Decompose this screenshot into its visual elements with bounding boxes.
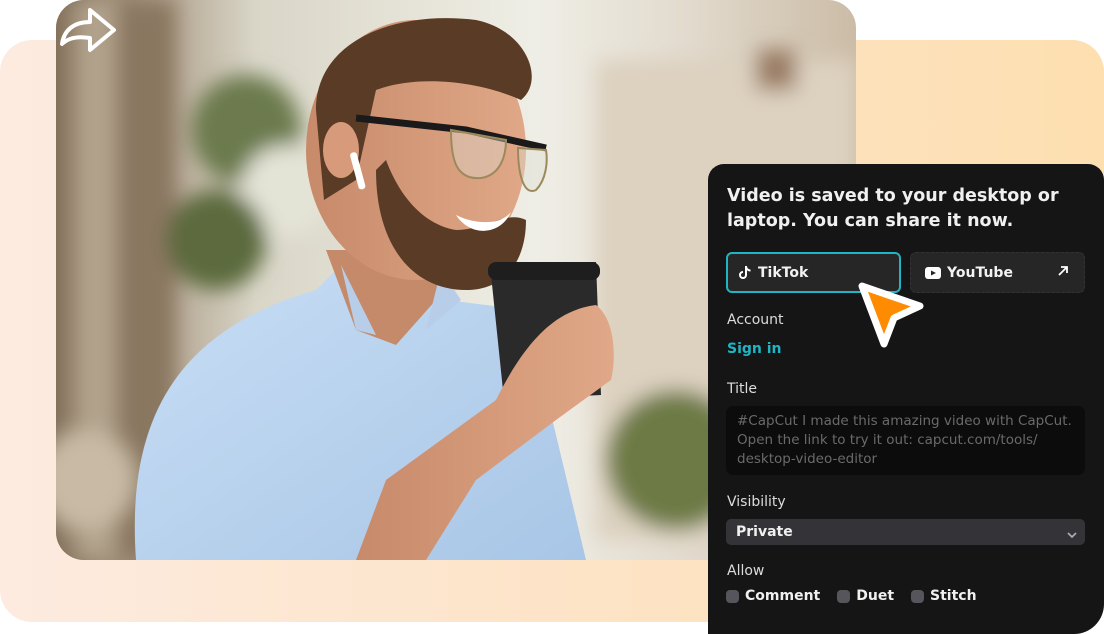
title-label: Title xyxy=(727,381,758,397)
account-label: Account xyxy=(727,312,784,328)
checkbox-box xyxy=(837,589,851,603)
tiktok-icon xyxy=(738,265,752,280)
visibility-select[interactable]: Private xyxy=(726,519,1085,545)
share-arrow-icon xyxy=(60,8,116,52)
checkbox-box xyxy=(726,589,739,603)
stitch-label: Stitch xyxy=(930,588,977,604)
comment-checkbox[interactable]: Comment xyxy=(726,588,820,604)
stitch-checkbox[interactable]: Stitch xyxy=(911,588,977,604)
allow-options: Comment Duet Stitch xyxy=(726,588,994,604)
visibility-value: Private xyxy=(736,524,793,540)
comment-label: Comment xyxy=(745,588,821,604)
youtube-tab[interactable]: YouTube xyxy=(910,252,1085,293)
sign-in-link[interactable]: Sign in xyxy=(727,341,782,357)
duet-label: Duet xyxy=(856,588,895,604)
visibility-label: Visibility xyxy=(727,494,786,510)
title-input[interactable]: #CapCut I made this amazing video with C… xyxy=(726,406,1085,475)
external-link-icon xyxy=(1056,264,1070,282)
allow-label: Allow xyxy=(727,563,765,579)
cursor-pointer-icon xyxy=(858,282,924,348)
duet-checkbox[interactable]: Duet xyxy=(837,588,894,604)
share-panel: Video is saved to your desktop or laptop… xyxy=(708,164,1104,634)
tiktok-label: TikTok xyxy=(758,264,809,281)
panel-title: Video is saved to your desktop or laptop… xyxy=(727,186,1059,231)
youtube-label: YouTube xyxy=(947,264,1013,281)
chevron-down-icon xyxy=(1067,527,1077,543)
checkbox-box xyxy=(911,589,925,603)
